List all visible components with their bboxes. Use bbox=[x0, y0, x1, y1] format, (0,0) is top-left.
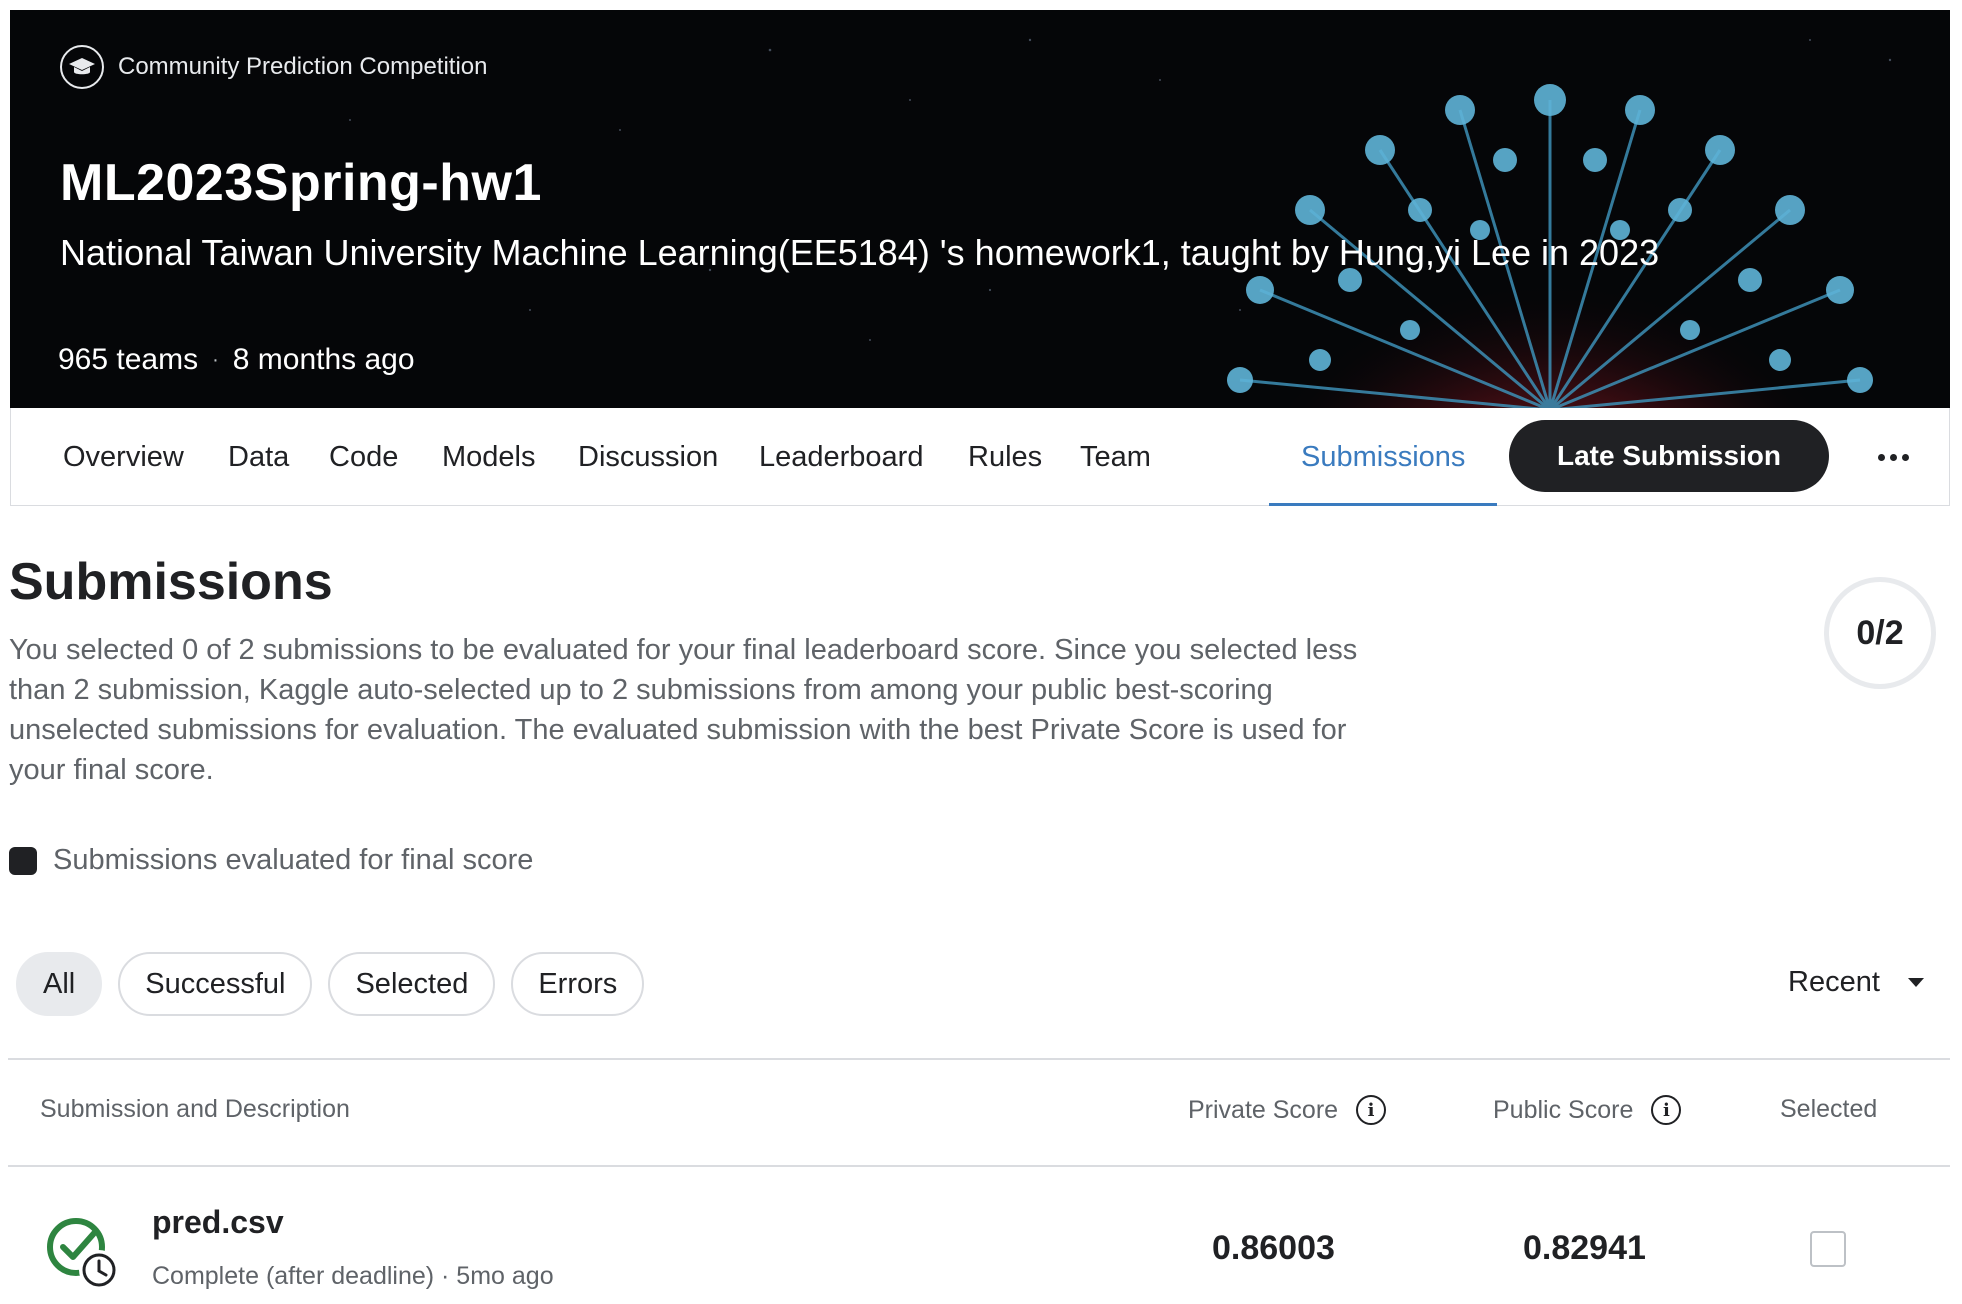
competition-header: Community Prediction Competition ML2023S… bbox=[10, 10, 1950, 408]
select-checkbox[interactable] bbox=[1810, 1231, 1846, 1267]
more-horizontal-icon[interactable] bbox=[1869, 434, 1917, 480]
header-public-label: Public Score bbox=[1493, 1095, 1634, 1124]
tab-leaderboard[interactable]: Leaderboard bbox=[759, 408, 923, 506]
submissions-description: You selected 0 of 2 submissions to be ev… bbox=[9, 634, 1358, 786]
public-score: 0.82941 bbox=[1523, 1229, 1646, 1267]
info-icon[interactable]: i bbox=[1651, 1095, 1682, 1125]
page-title: Submissions bbox=[9, 553, 333, 611]
meta-separator: · bbox=[212, 348, 219, 371]
table-divider bbox=[8, 1165, 1950, 1167]
tab-team[interactable]: Team bbox=[1080, 408, 1151, 506]
tab-models[interactable]: Models bbox=[442, 408, 536, 506]
header-private-label: Private Score bbox=[1188, 1095, 1339, 1124]
table-divider bbox=[8, 1058, 1950, 1060]
tab-code[interactable]: Code bbox=[329, 408, 398, 506]
tab-submissions[interactable]: Submissions bbox=[1268, 408, 1498, 506]
header-submission-label: Submission and Description bbox=[40, 1095, 350, 1123]
competition-meta: 965 teams · 8 months ago bbox=[58, 343, 415, 377]
competition-title: ML2023Spring-hw1 bbox=[60, 154, 542, 212]
team-count: 965 teams bbox=[58, 343, 199, 376]
header-submission: Submission and Description bbox=[40, 1095, 350, 1124]
submission-status: Complete (after deadline) · 5mo ago bbox=[152, 1262, 554, 1290]
filter-all[interactable]: All bbox=[16, 952, 103, 1016]
competition-tabs: Overview Data Code Models Discussion Lea… bbox=[10, 408, 1950, 506]
tab-overview[interactable]: Overview bbox=[63, 408, 184, 506]
filter-successful[interactable]: Successful bbox=[118, 952, 313, 1016]
submission-file-name[interactable]: pred.csv bbox=[152, 1204, 284, 1241]
selection-counter: 0/2 bbox=[1824, 577, 1936, 689]
competition-age: 8 months ago bbox=[232, 343, 415, 376]
competition-type: Community Prediction Competition bbox=[60, 45, 487, 89]
header-selected: Selected bbox=[1780, 1095, 1877, 1124]
private-score: 0.86003 bbox=[1212, 1229, 1335, 1267]
competition-subtitle: National Taiwan University Machine Learn… bbox=[60, 232, 1660, 273]
filter-errors[interactable]: Errors bbox=[511, 952, 645, 1016]
tab-data[interactable]: Data bbox=[228, 408, 289, 506]
header-public-score: Public Score i bbox=[1493, 1095, 1682, 1125]
header-private-score: Private Score i bbox=[1188, 1095, 1387, 1125]
graduation-cap-icon bbox=[60, 45, 104, 89]
legend-label: Submissions evaluated for final score bbox=[53, 844, 534, 876]
info-icon[interactable]: i bbox=[1356, 1095, 1387, 1125]
filter-selected[interactable]: Selected bbox=[328, 952, 496, 1016]
filter-chips: All Successful Selected Errors bbox=[16, 952, 645, 1016]
header-selected-label: Selected bbox=[1780, 1095, 1878, 1123]
complete-late-icon bbox=[47, 1218, 119, 1290]
tab-rules[interactable]: Rules bbox=[968, 408, 1042, 506]
competition-type-label: Community Prediction Competition bbox=[118, 53, 488, 80]
late-submission-button[interactable]: Late Submission bbox=[1509, 420, 1829, 492]
legend: Submissions evaluated for final score bbox=[9, 844, 533, 877]
tab-discussion[interactable]: Discussion bbox=[578, 408, 718, 506]
legend-swatch bbox=[9, 846, 37, 875]
caret-down-icon bbox=[1907, 978, 1924, 987]
sort-dropdown[interactable]: Recent bbox=[1788, 966, 1924, 999]
sort-label: Recent bbox=[1788, 966, 1880, 998]
